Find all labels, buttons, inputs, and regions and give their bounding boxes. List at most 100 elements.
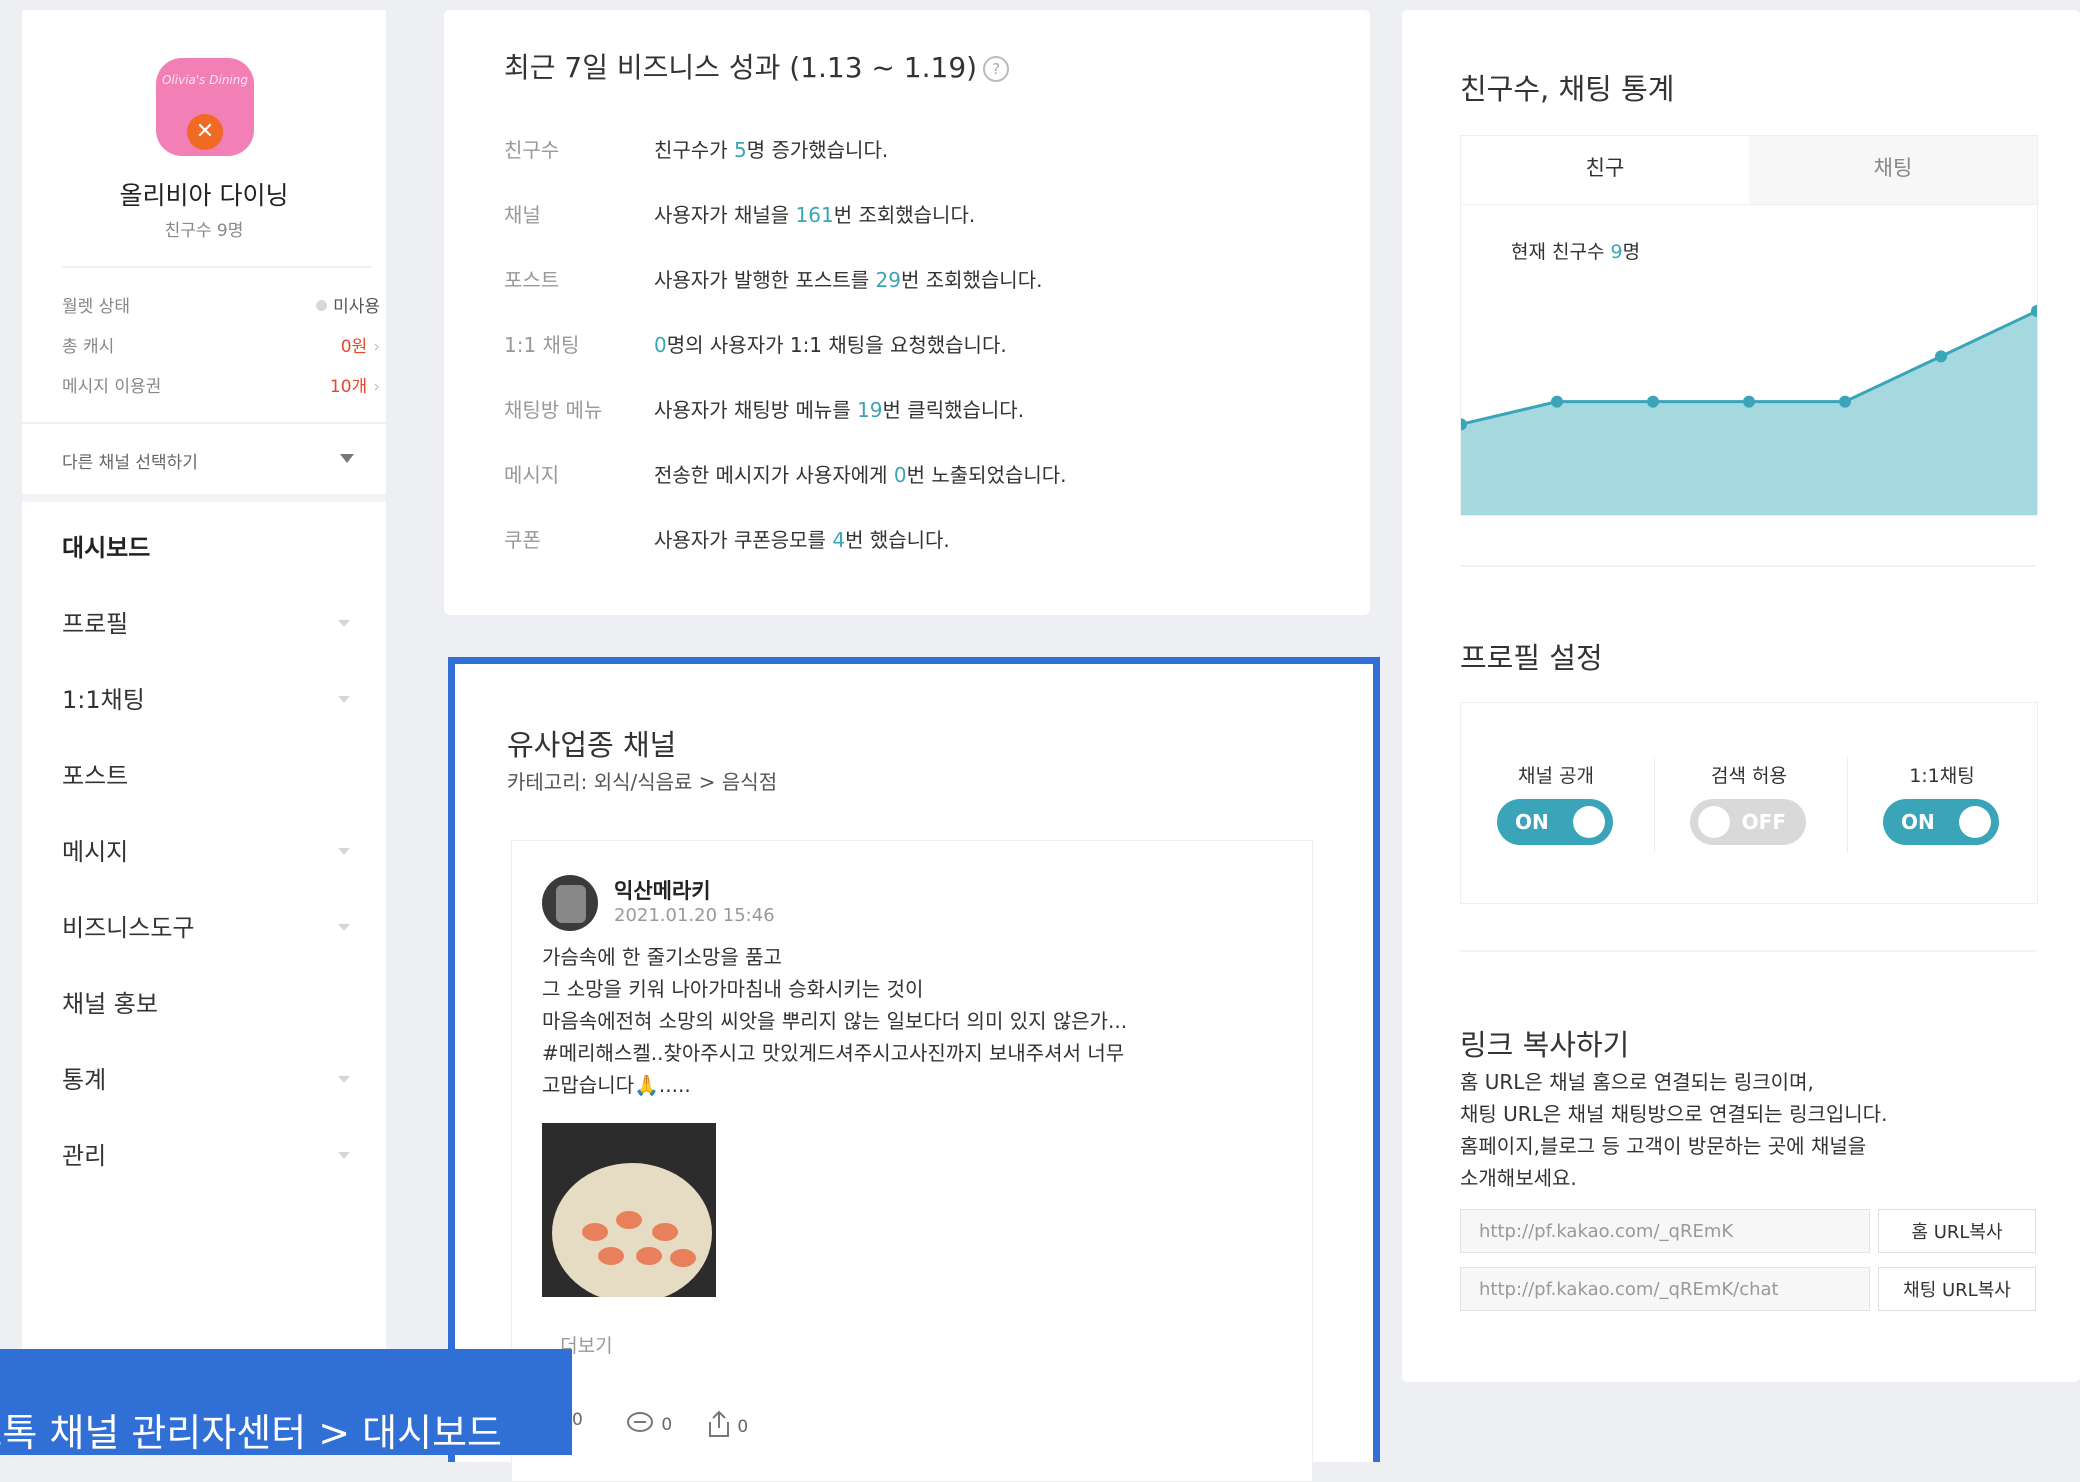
nav-chat[interactable]: 1:1채팅: [62, 674, 380, 718]
logo-text: Olivia's Dining: [161, 73, 248, 87]
status-dot-icon: [316, 300, 328, 311]
toggle-label: 채널 공개: [1518, 765, 1594, 787]
chart-point: [1935, 350, 1947, 363]
perf-row-channel: 채널 사용자가 채널을 161번 조회했습니다.: [504, 203, 976, 227]
chart-point: [1839, 395, 1851, 408]
fork-knife-icon: ✕: [187, 114, 223, 150]
nav-channel-promotion[interactable]: 채널 홍보: [62, 978, 380, 1022]
similar-channel-category: 카테고리: 외식/식음료 > 음식점: [507, 770, 778, 794]
right-panel: 친구수, 채팅 통계 친구 채팅 현재 친구수 9명 프로필 설정 채널 공개 …: [1402, 10, 2080, 1382]
home-url-row: 홈 URL복사: [1460, 1209, 2040, 1255]
perf-row-friends: 친구수 친구수가 5명 증가했습니다.: [504, 138, 889, 162]
link-desc-line: 소개해보세요.: [1460, 1166, 1577, 1190]
share-count[interactable]: 0: [706, 1410, 748, 1438]
search-allow-toggle[interactable]: OFF: [1690, 799, 1806, 845]
total-cash-label: 총 캐시: [62, 337, 115, 357]
profile-settings-box: 채널 공개 ON 검색 허용 OFF 1:1채팅 ON: [1460, 702, 2038, 904]
friends-area-chart: [1461, 305, 2037, 515]
tab-friends[interactable]: 친구: [1461, 136, 1749, 204]
divider: [1460, 950, 2036, 952]
help-icon[interactable]: ?: [983, 56, 1010, 82]
chat-url-row: 채팅 URL복사: [1460, 1267, 2040, 1313]
nav-management[interactable]: 관리: [62, 1130, 380, 1174]
friends-chart-box: 현재 친구수 9명: [1460, 203, 2038, 516]
chat-toggle[interactable]: ON: [1883, 799, 1999, 845]
business-performance-card: 최근 7일 비즈니스 성과 (1.13 ~ 1.19)? 친구수 친구수가 5명…: [444, 10, 1370, 615]
caret-down-icon: [340, 454, 354, 463]
chevron-down-icon: [338, 620, 350, 627]
channel-name: 올리비아 다이닝: [119, 181, 289, 210]
other-channel-label: 다른 채널 선택하기: [62, 453, 198, 473]
link-desc-line: 홈페이지,블로그 등 고객이 방문하는 곳에 채널을: [1460, 1134, 1867, 1158]
chevron-down-icon: [338, 924, 350, 931]
perf-row-post: 포스트 사용자가 발행한 포스트를 29번 조회했습니다.: [504, 268, 1043, 292]
post-text-line: 가슴속에 한 줄기소망을 품고: [542, 945, 782, 969]
comment-count[interactable]: 0: [626, 1410, 672, 1436]
toggle-group-search: 검색 허용 OFF: [1654, 703, 1844, 903]
nav-statistics[interactable]: 통계: [62, 1054, 380, 1098]
post-text-line: 마음속에전혀 소망의 씨앗을 뿌리지 않는 일보다더 의미 있지 않은가...: [542, 1009, 1128, 1033]
wallet-status-value: 미사용: [316, 292, 380, 317]
caption-text: 카카오톡 채널 관리자센터 > 대시보드: [0, 1411, 502, 1455]
similar-channel-title: 유사업종 채널: [507, 728, 677, 762]
divider: [1460, 565, 2036, 567]
copy-home-url-button[interactable]: 홈 URL복사: [1878, 1209, 2036, 1253]
chevron-down-icon: [338, 1152, 350, 1159]
stats-title: 친구수, 채팅 통계: [1460, 72, 1675, 106]
post-text-line: 고맙습니다🙏.....: [542, 1073, 691, 1097]
post-date: 2021.01.20 15:46: [614, 905, 775, 926]
nav-business-tools[interactable]: 비즈니스도구: [62, 902, 380, 946]
chevron-down-icon: [338, 848, 350, 855]
performance-title: 최근 7일 비즈니스 성과 (1.13 ~ 1.19)?: [504, 46, 1010, 86]
nav-post[interactable]: 포스트: [62, 750, 380, 794]
post-text-line: 그 소망을 키워 나아가마침내 승화시키는 것이: [542, 977, 924, 1001]
chevron-right-icon: ›: [373, 377, 380, 397]
copy-chat-url-button[interactable]: 채팅 URL복사: [1878, 1267, 2036, 1311]
message-voucher-label: 메시지 이용권: [62, 377, 162, 397]
link-desc-line: 홈 URL은 채널 홈으로 연결되는 링크이며,: [1460, 1070, 1814, 1094]
perf-row-message: 메시지 전송한 메시지가 사용자에게 0번 노출되었습니다.: [504, 463, 1067, 487]
chat-url-input[interactable]: [1460, 1267, 1870, 1311]
wallet-status-row: 월렛 상태 미사용: [62, 288, 380, 318]
nav-message[interactable]: 메시지: [62, 826, 380, 870]
chevron-down-icon: [338, 1076, 350, 1083]
caption-banner: 카카오톡 채널 관리자센터 > 대시보드: [0, 1349, 572, 1455]
chart-point: [1743, 395, 1755, 408]
perf-row-chat: 1:1 채팅 0명의 사용자가 1:1 채팅을 요청했습니다.: [504, 333, 1007, 357]
message-voucher-value[interactable]: 10개 ›: [330, 372, 380, 397]
chart-point: [1647, 395, 1659, 408]
nav-profile[interactable]: 프로필: [62, 598, 380, 642]
link-copy-title: 링크 복사하기: [1460, 1028, 1630, 1062]
post-image[interactable]: [542, 1123, 716, 1297]
wallet-status-label: 월렛 상태: [62, 297, 130, 317]
area-fill: [1461, 311, 2037, 515]
chart-point: [1551, 395, 1563, 408]
comment-icon: [627, 1412, 653, 1432]
other-channel-select[interactable]: 다른 채널 선택하기: [22, 422, 386, 502]
nav-dashboard[interactable]: 대시보드: [62, 522, 380, 566]
profile-settings-title: 프로필 설정: [1460, 641, 1603, 675]
stats-tabs: 친구 채팅: [1460, 135, 2038, 205]
share-icon: [709, 1410, 729, 1437]
link-desc-line: 채팅 URL은 채널 채팅방으로 연결되는 링크입니다.: [1460, 1102, 1888, 1126]
total-cash-row[interactable]: 총 캐시 0원 ›: [62, 328, 380, 358]
home-url-input[interactable]: [1460, 1209, 1870, 1253]
tab-chat[interactable]: 채팅: [1749, 136, 2037, 204]
avatar[interactable]: [542, 875, 598, 931]
divider: [62, 266, 372, 268]
total-cash-value[interactable]: 0원 ›: [341, 332, 380, 357]
toggle-group-chat: 1:1채팅 ON: [1847, 703, 2037, 903]
post-author[interactable]: 익산메라키: [614, 875, 711, 905]
channel-logo[interactable]: Olivia's Dining ✕: [156, 58, 254, 156]
similar-channel-card: 유사업종 채널 카테고리: 외식/식음료 > 음식점 익산메라키 2021.01…: [448, 657, 1380, 1482]
channel-public-toggle[interactable]: ON: [1497, 799, 1613, 845]
like-count[interactable]: 0: [572, 1410, 583, 1430]
perf-row-chat-menu: 채팅방 메뉴 사용자가 채팅방 메뉴를 19번 클릭했습니다.: [504, 398, 1025, 422]
post-text-line: #메리해스켈..찾아주시고 맛있게드셔주시고사진까지 보내주셔서 너무: [542, 1041, 1125, 1065]
chevron-down-icon: [338, 696, 350, 703]
toggle-group-public: 채널 공개 ON: [1461, 703, 1651, 903]
post-card[interactable]: 익산메라키 2021.01.20 15:46 가슴속에 한 줄기소망을 품고 그…: [511, 840, 1313, 1482]
toggle-label: 1:1채팅: [1909, 765, 1975, 787]
message-voucher-row[interactable]: 메시지 이용권 10개 ›: [62, 368, 380, 398]
sidebar: Olivia's Dining ✕ 올리비아 다이닝 친구수 9명 월렛 상태 …: [22, 10, 386, 1455]
